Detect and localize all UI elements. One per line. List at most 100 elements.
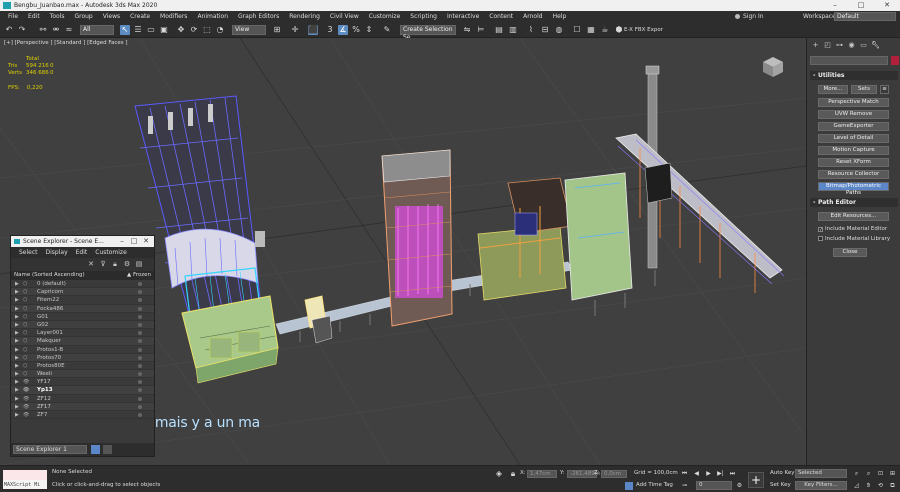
- utility-button-uvw-remove[interactable]: UVW Remove: [818, 110, 889, 119]
- y-coordinate-field[interactable]: -261,489m: [567, 470, 600, 478]
- zoom-extents-icon[interactable]: ⊡: [876, 469, 885, 478]
- time-config-icon[interactable]: ⚙: [735, 481, 744, 490]
- render-production-icon[interactable]: ☕: [600, 25, 610, 35]
- list-item[interactable]: ▶ ⬡ Protos80E: [11, 362, 154, 371]
- path-editor-rollout-header[interactable]: Path Editor: [810, 198, 898, 207]
- modify-tab-icon[interactable]: ◰: [823, 41, 832, 50]
- menu-item-interactive[interactable]: Interactive: [442, 11, 484, 22]
- go-to-end-icon[interactable]: ⏭: [728, 469, 737, 478]
- z-coordinate-field[interactable]: 0,0cm: [601, 470, 627, 478]
- utility-button-motion-capture[interactable]: Motion Capture: [818, 146, 889, 155]
- explorer-maximize-button[interactable]: □: [128, 236, 140, 247]
- x-coordinate-field[interactable]: 1,47cm: [527, 470, 557, 478]
- list-item[interactable]: ▶ ⬡ Layer001: [11, 329, 154, 338]
- list-item[interactable]: ▶ ⬡ Focka486: [11, 304, 154, 313]
- list-item[interactable]: ▶ 👁︎ Yp13: [11, 386, 154, 395]
- frozen-toggle[interactable]: [138, 388, 142, 393]
- visibility-eye-icon[interactable]: ⬡: [23, 329, 27, 337]
- expand-arrow-icon[interactable]: ▶: [15, 313, 19, 321]
- frozen-toggle[interactable]: [138, 282, 142, 286]
- expand-arrow-icon[interactable]: ▶: [15, 280, 19, 288]
- selection-set-select[interactable]: Selected: [795, 469, 847, 478]
- menu-item-views[interactable]: Views: [98, 11, 125, 22]
- expand-arrow-icon[interactable]: ▶: [15, 403, 19, 411]
- utility-button-perspective-match[interactable]: Perspective Match: [818, 98, 889, 107]
- expand-arrow-icon[interactable]: ▶: [15, 288, 19, 296]
- utility-button-reset-xform[interactable]: Reset XForm: [818, 158, 889, 167]
- frozen-toggle[interactable]: [138, 413, 142, 417]
- list-item[interactable]: ▶ ⬡ Capricorn: [11, 288, 154, 297]
- toggle-scene-explorer-icon[interactable]: ▤: [494, 25, 504, 35]
- visibility-eye-icon[interactable]: ⬡: [23, 370, 27, 378]
- link-icon[interactable]: ⚯: [38, 25, 48, 35]
- expand-arrow-icon[interactable]: ▶: [15, 337, 19, 345]
- expand-arrow-icon[interactable]: ▶: [15, 370, 19, 378]
- visibility-eye-icon[interactable]: ⬡: [23, 288, 27, 296]
- utility-button-level-of-detail[interactable]: Level of Detail: [818, 134, 889, 143]
- list-item[interactable]: ▶ ⬡ Protos1-B: [11, 346, 154, 354]
- include-material-editor-checkbox[interactable]: ✓ Include Material Editor: [818, 226, 887, 233]
- motion-tab-icon[interactable]: ◉: [847, 41, 856, 50]
- redo-icon[interactable]: ↷: [17, 25, 27, 35]
- frozen-toggle[interactable]: [138, 298, 142, 303]
- fbx-export-icon[interactable]: ⬢: [614, 25, 624, 35]
- next-frame-icon[interactable]: ▶|: [716, 469, 725, 478]
- frozen-toggle[interactable]: [138, 404, 142, 409]
- keyboard-shortcut-override-icon[interactable]: ⬛: [308, 25, 318, 35]
- spinner-snap-icon[interactable]: ⇕: [364, 25, 374, 35]
- expand-arrow-icon[interactable]: ▶: [15, 386, 19, 394]
- list-item[interactable]: ▶ 👁︎ YF17: [11, 378, 154, 387]
- schematic-view-icon[interactable]: ⊟: [540, 25, 550, 35]
- isolate-selection-icon[interactable]: ◈: [494, 469, 504, 479]
- set-key-button[interactable]: Set Key: [770, 482, 791, 488]
- frozen-column-header[interactable]: ▲ Frozen: [127, 271, 151, 280]
- menu-item-create[interactable]: Create: [125, 11, 155, 22]
- frozen-toggle[interactable]: [138, 380, 142, 385]
- named-selection-sets-select[interactable]: Create Selection Se: [400, 25, 456, 41]
- workspace-select[interactable]: Default: [834, 12, 896, 21]
- maxscript-listener[interactable]: MAXScript Mi: [3, 470, 47, 489]
- expand-arrow-icon[interactable]: ▶: [15, 411, 19, 419]
- unlink-icon[interactable]: ⚮: [51, 25, 61, 35]
- menu-item-file[interactable]: File: [3, 11, 23, 22]
- list-item[interactable]: ▶ ⬡ Makquer: [11, 337, 154, 346]
- curve-editor-icon[interactable]: ⌇: [526, 25, 536, 35]
- set-keys-icon[interactable]: +: [748, 472, 764, 488]
- list-item[interactable]: ▶ 👁︎ ZF17: [11, 402, 154, 411]
- utility-button-resource-collector[interactable]: Resource Collector: [818, 170, 889, 179]
- visibility-eye-icon[interactable]: ⬡: [23, 346, 27, 354]
- list-item[interactable]: ▶ ⬡ Weeli: [11, 370, 154, 379]
- explorer-options-icon[interactable]: ⚙: [123, 260, 131, 268]
- expand-arrow-icon[interactable]: ▶: [15, 362, 19, 370]
- zoom-icon[interactable]: ⌕: [852, 469, 861, 478]
- selection-lock-icon[interactable]: 🔒︎: [508, 469, 518, 479]
- pan-icon[interactable]: ✋︎: [864, 481, 873, 490]
- select-by-name-icon[interactable]: ☰: [133, 25, 143, 35]
- move-icon[interactable]: ✥: [176, 25, 186, 35]
- explorer-layers-icon[interactable]: ▤: [135, 260, 143, 268]
- snaps-toggle-icon[interactable]: 3: [325, 25, 335, 35]
- frozen-toggle[interactable]: [138, 314, 142, 319]
- visibility-eye-icon[interactable]: ⬡: [23, 305, 27, 313]
- edit-named-selection-icon[interactable]: ✎: [382, 25, 392, 35]
- frozen-toggle[interactable]: [138, 331, 142, 336]
- menu-item-graph-editors[interactable]: Graph Editors: [233, 11, 284, 22]
- visibility-eye-icon[interactable]: 👁︎: [23, 386, 29, 394]
- zoom-all-icon[interactable]: ⌕: [864, 469, 873, 478]
- utilities-tab-icon[interactable]: 🔧︎: [871, 41, 880, 50]
- menu-item-tools[interactable]: Tools: [45, 11, 70, 22]
- visibility-eye-icon[interactable]: ⬡: [23, 354, 27, 362]
- select-object-icon[interactable]: ↖: [120, 25, 130, 35]
- pivot-center-icon[interactable]: ⊞: [272, 25, 282, 35]
- utility-button-bitmap-photometric-paths[interactable]: Bitmap/Photometric Paths: [818, 182, 889, 196]
- select-manipulate-icon[interactable]: ✛: [290, 25, 300, 35]
- frozen-toggle[interactable]: [138, 372, 142, 377]
- expand-arrow-icon[interactable]: ▶: [15, 329, 19, 337]
- sign-in-button[interactable]: Sign In: [733, 11, 764, 22]
- angle-snap-icon[interactable]: ∡: [338, 25, 348, 35]
- list-item[interactable]: ▶ 👁︎ ZF7: [11, 411, 154, 420]
- place-icon[interactable]: ◔: [215, 25, 225, 35]
- toggle-layer-explorer-icon[interactable]: ▥: [508, 25, 518, 35]
- key-mode-icon[interactable]: ⊸: [680, 481, 689, 490]
- play-icon[interactable]: ▶: [704, 469, 713, 478]
